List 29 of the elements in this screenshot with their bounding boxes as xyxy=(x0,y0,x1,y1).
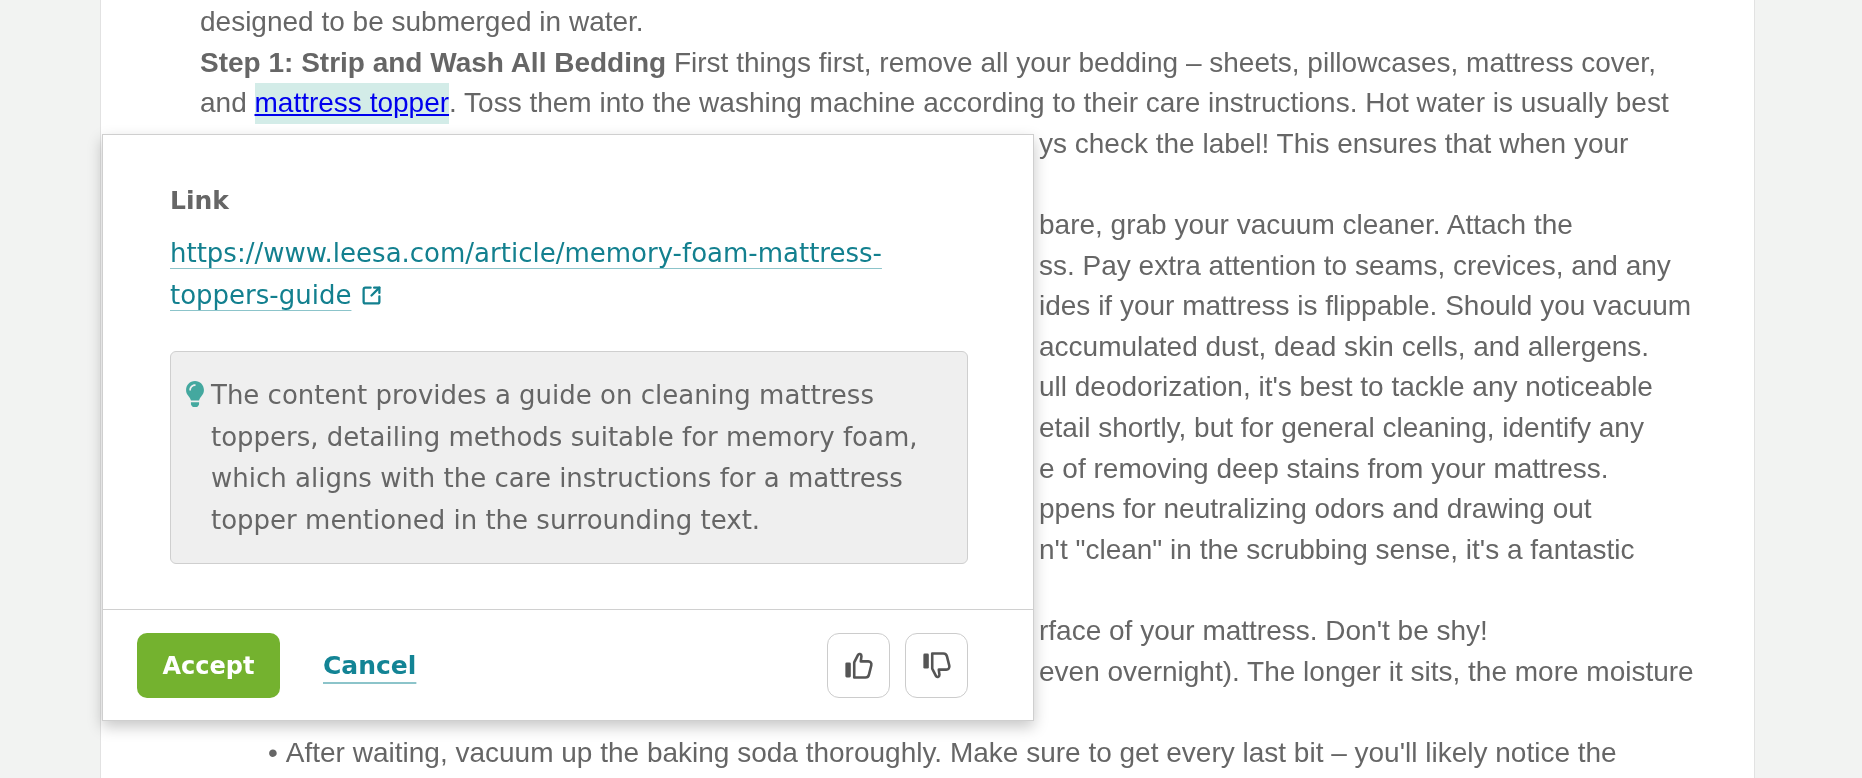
cancel-link[interactable]: Cancel xyxy=(323,646,417,685)
article-text: ull deodorization, it's best to tackle any noticeable xyxy=(1039,370,1653,405)
article-text: even overnight). The longer it sits, the more moisture xyxy=(1039,654,1694,689)
article-text: ides if your mattress is flippable. Should you vacuum xyxy=(1039,289,1692,324)
article-text: accumulated dust, dead skin cells, and allergens. xyxy=(1039,329,1650,364)
url-link[interactable]: https://www.leesa.com/article/memory-foam-mattress-toppers-guide xyxy=(170,232,968,316)
article-text: rface of your mattress. Don't be shy! xyxy=(1039,613,1488,648)
article-text: ppens for neutralizing odors and drawing out xyxy=(1039,492,1592,527)
article-text: ss. Pay extra attention to seams, crevices, and any xyxy=(1039,248,1671,283)
external-link-icon xyxy=(361,285,383,306)
thumbs-up-button[interactable] xyxy=(827,633,890,698)
summary-text: The content provides a guide on cleaning mattress toppers, detailing methods suitable for memory foam, which aligns with the care instructions for a mattress topper mentioned in the surrounding text. xyxy=(211,379,919,537)
lightbulb-icon xyxy=(185,381,205,407)
thumbs-down-button[interactable] xyxy=(905,633,968,698)
article-text: etail shortly, but for general cleaning, identify any xyxy=(1039,410,1644,445)
article-text: e of removing deep stains from your mattress. xyxy=(1039,451,1609,486)
article-text: n't "clean" in the scrubbing sense, it's a fantastic xyxy=(1039,532,1635,567)
popup-heading: Link xyxy=(170,185,229,217)
thumbs-up-icon xyxy=(843,652,874,679)
list-bullet: • xyxy=(268,735,278,770)
accept-button[interactable]: Accept xyxy=(137,633,280,698)
article-text: designed to be submerged in water. xyxy=(200,5,644,39)
article-text: bare, grab your vacuum cleaner. Attach the xyxy=(1039,207,1573,242)
article-text: After waiting, vacuum up the baking soda thoroughly. Make sure to get every last bit – you'll likely notice the xyxy=(285,735,1617,770)
article-text: Step 1: Strip and Wash All Bedding First things first, remove all your bedding – sheets, pillowcases, mattress cover, xyxy=(200,45,1656,80)
article-text: and mattress topper. Toss them into the washing machine according to their care instructions. Hot water is usually best xyxy=(200,83,1669,124)
thumbs-down-icon xyxy=(921,652,952,679)
text-link[interactable]: mattress topper xyxy=(254,83,450,124)
article-text: ys check the label! This ensures that when your xyxy=(1039,126,1629,161)
